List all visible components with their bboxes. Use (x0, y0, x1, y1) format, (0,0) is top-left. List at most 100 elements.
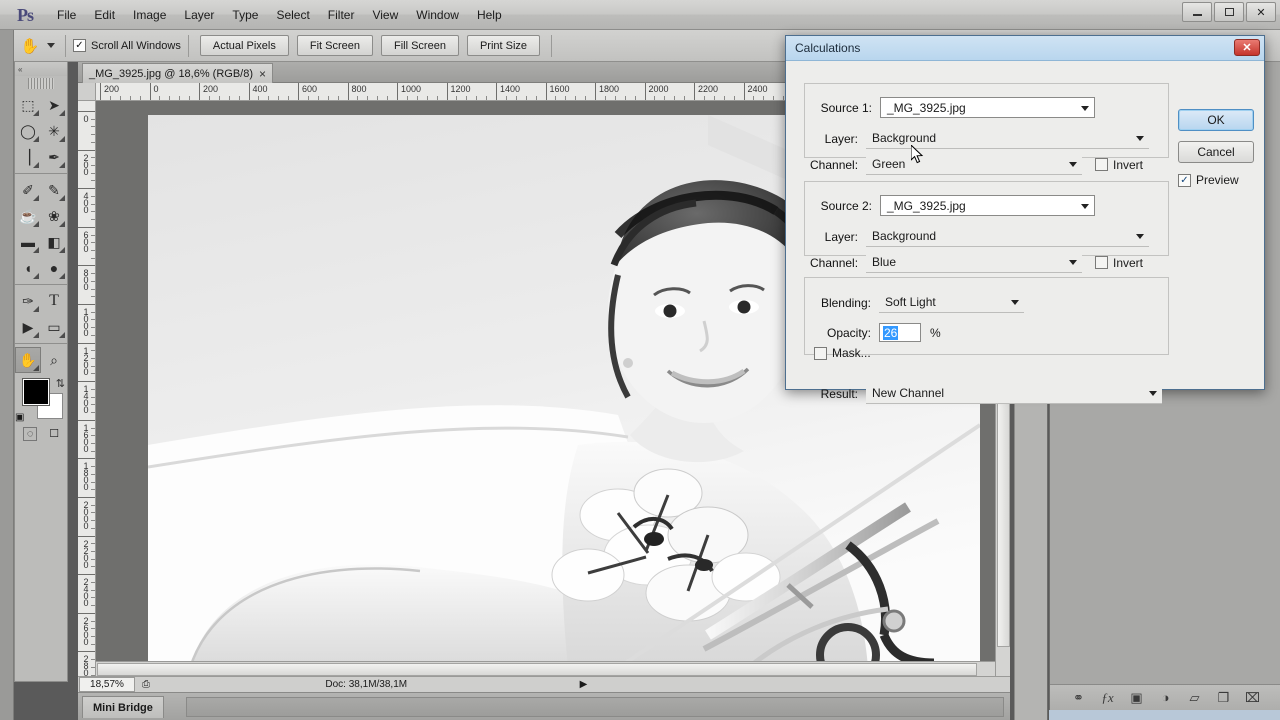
menu-filter[interactable]: Filter (319, 5, 364, 25)
menu-select[interactable]: Select (267, 5, 318, 25)
brush-tool-icon[interactable]: ✎ (41, 177, 67, 203)
clone-stamp-tool-icon[interactable]: ☕ (15, 203, 41, 229)
new-group-icon[interactable]: ▱ (1185, 690, 1205, 706)
menu-layer[interactable]: Layer (175, 5, 223, 25)
blending-combo[interactable]: Soft Light (879, 292, 1024, 313)
rectangle-tool-icon[interactable]: ▭ (41, 314, 67, 340)
chevron-down-icon (1149, 391, 1157, 396)
menu-file[interactable]: File (48, 5, 85, 25)
zoom-tool-icon[interactable]: ⌕ (41, 347, 67, 373)
mask-row[interactable]: Mask... (814, 346, 871, 360)
calculations-dialog: Calculations ✕ Source 1: _MG_3925.jpg La… (785, 35, 1265, 390)
eyedropper-tool-icon[interactable]: ✒ (41, 144, 67, 170)
maximize-button[interactable] (1214, 2, 1244, 22)
title-bar: Ps File Edit Image Layer Type Select Fil… (0, 0, 1280, 30)
menu-window[interactable]: Window (407, 5, 468, 25)
foreground-color-swatch[interactable] (23, 379, 49, 405)
actual-pixels-button[interactable]: Actual Pixels (200, 35, 289, 56)
zoom-level-field[interactable]: 18,57% (79, 677, 135, 692)
doc-icon[interactable]: ⎙ (135, 679, 157, 690)
add-layer-mask-icon[interactable]: ▣ (1127, 690, 1147, 706)
source2-combo[interactable]: _MG_3925.jpg (880, 195, 1095, 216)
link-layers-icon[interactable]: ⚭ (1069, 690, 1089, 706)
new-layer-icon[interactable]: ❐ (1214, 690, 1234, 706)
vertical-ruler[interactable]: 0200400600800100012001400160018002000220… (78, 101, 96, 676)
ok-button[interactable]: OK (1178, 109, 1254, 131)
tools-panel-collapse[interactable]: « (15, 62, 67, 76)
spot-healing-tool-icon[interactable]: ✐ (15, 177, 41, 203)
history-brush-tool-icon[interactable]: ❀ (41, 203, 67, 229)
scroll-all-windows-checkbox[interactable]: ✓ Scroll All Windows (73, 39, 181, 52)
ruler-corner (78, 83, 96, 101)
blending-value: Soft Light (885, 295, 936, 309)
source1-invert-label: Invert (1113, 158, 1143, 172)
tab-close-icon[interactable]: × (259, 68, 266, 80)
crop-tool-icon[interactable]: ⎟ (15, 144, 41, 170)
source2-invert-checkbox[interactable] (1095, 256, 1108, 269)
marquee-tool-icon[interactable]: ⬚ (15, 92, 41, 118)
eraser-tool-icon[interactable]: ▬ (15, 229, 41, 255)
source2-invert-label: Invert (1113, 256, 1143, 270)
result-combo[interactable]: New Channel (866, 383, 1162, 404)
close-button[interactable]: ✕ (1246, 2, 1276, 22)
menu-image[interactable]: Image (124, 5, 175, 25)
source1-invert-checkbox[interactable] (1095, 158, 1108, 171)
tools-divider-2 (15, 284, 67, 285)
type-tool-icon[interactable]: T (41, 288, 67, 314)
pen-tool-icon[interactable]: ✑ (15, 288, 41, 314)
screen-mode-icon[interactable]: ☐ (49, 427, 59, 441)
menu-type[interactable]: Type (223, 5, 267, 25)
default-colors-icon[interactable]: ▣ (15, 412, 24, 423)
horizontal-scroll-thumb[interactable] (97, 663, 977, 676)
swap-colors-icon[interactable]: ⇅ (56, 377, 65, 390)
menu-help[interactable]: Help (468, 5, 511, 25)
mask-checkbox[interactable] (814, 347, 827, 360)
source1-channel-combo[interactable]: Green (866, 154, 1082, 175)
move-tool-icon[interactable]: ➤ (41, 92, 67, 118)
tool-preset-chevron-down-icon[interactable] (44, 34, 58, 58)
blur-tool-icon[interactable]: ◖ (15, 255, 41, 281)
preview-checkbox-row[interactable]: ✓ Preview (1178, 173, 1239, 187)
preview-checkbox[interactable]: ✓ (1178, 174, 1191, 187)
fill-screen-button[interactable]: Fill Screen (381, 35, 459, 56)
dialog-title-bar[interactable]: Calculations ✕ (786, 36, 1264, 61)
canvas-horizontal-scrollbar[interactable] (96, 661, 995, 676)
layer-style-fx-icon[interactable]: ƒx (1098, 690, 1118, 706)
hand-tool-icon[interactable]: ✋ (16, 34, 44, 58)
print-size-button[interactable]: Print Size (467, 35, 540, 56)
ruler-tick-label: 600 (302, 84, 317, 94)
quick-mask-icon[interactable]: ◌ (23, 427, 38, 441)
path-selection-tool-icon[interactable]: ▶ (15, 314, 41, 340)
source2-layer-combo[interactable]: Background (866, 226, 1149, 247)
source2-layer-label: Layer: (810, 230, 858, 244)
hand-tool-icon-active[interactable]: ✋ (15, 347, 41, 373)
ruler-tick: 400 (78, 188, 96, 189)
delete-layer-icon[interactable]: ⌧ (1243, 690, 1263, 706)
fit-screen-button[interactable]: Fit Screen (297, 35, 373, 56)
source1-combo[interactable]: _MG_3925.jpg (880, 97, 1095, 118)
blending-row: Blending: Soft Light (816, 292, 1024, 313)
dodge-tool-icon[interactable]: ● (41, 255, 67, 281)
status-menu-arrow-icon[interactable]: ▶ (576, 679, 592, 690)
dialog-close-button[interactable]: ✕ (1234, 39, 1260, 56)
close-icon: ✕ (1242, 41, 1251, 54)
gradient-tool-icon[interactable]: ◧ (41, 229, 67, 255)
cancel-button[interactable]: Cancel (1178, 141, 1254, 163)
toolbar-bottom-icons: ◌ ☐ (15, 423, 67, 445)
minimize-button[interactable] (1182, 2, 1212, 22)
source2-channel-value: Blue (872, 255, 896, 269)
document-tab[interactable]: _MG_3925.jpg @ 18,6% (RGB/8) × (82, 63, 273, 83)
mini-bridge-tab[interactable]: Mini Bridge (82, 696, 164, 718)
menu-view[interactable]: View (363, 5, 407, 25)
menu-edit[interactable]: Edit (85, 5, 124, 25)
magic-wand-tool-icon[interactable]: ✳ (41, 118, 67, 144)
tools-panel-grip[interactable] (28, 78, 54, 89)
opacity-input[interactable]: 26 (879, 323, 921, 342)
lasso-tool-icon[interactable]: ◯ (15, 118, 41, 144)
chevron-down-icon (1069, 162, 1077, 167)
adjustment-layer-icon[interactable]: ◑ (1156, 690, 1176, 705)
source2-channel-combo[interactable]: Blue (866, 252, 1082, 273)
ruler-tick: 800 (348, 83, 349, 101)
preview-label: Preview (1196, 173, 1239, 187)
source1-layer-combo[interactable]: Background (866, 128, 1149, 149)
